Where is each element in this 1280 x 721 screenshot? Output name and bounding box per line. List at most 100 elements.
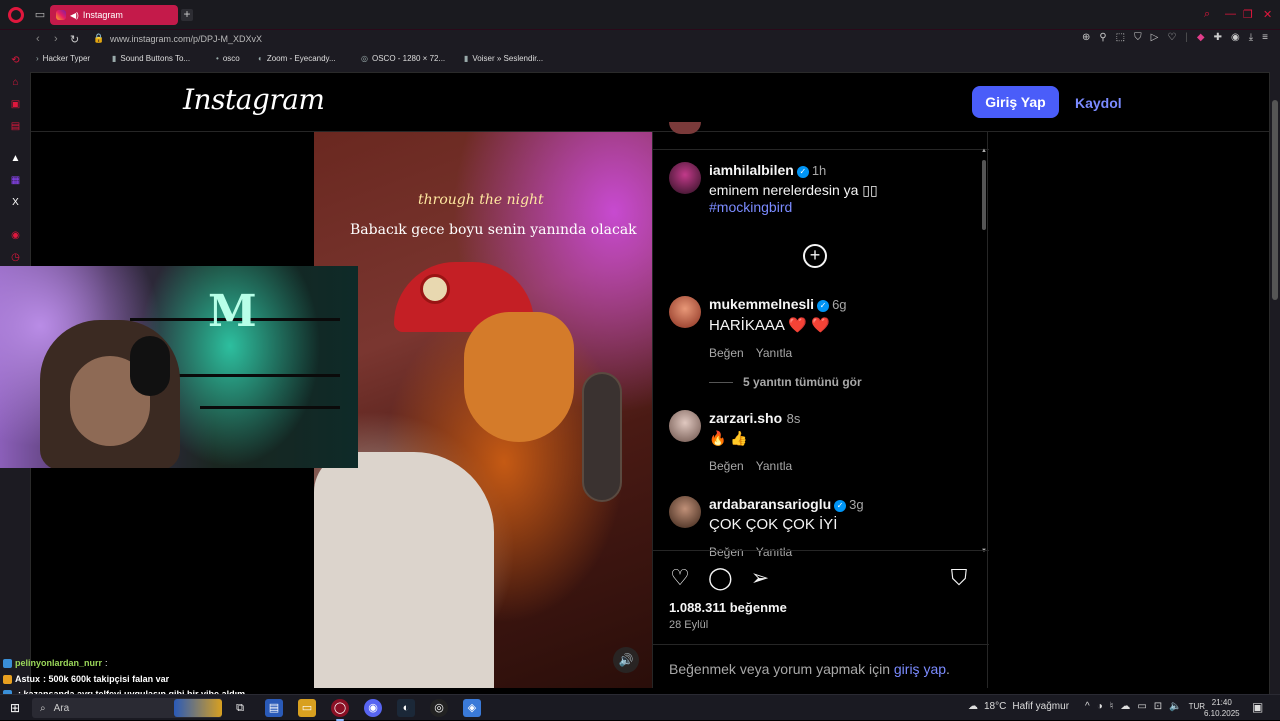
like-icon[interactable]: ♡ <box>668 566 692 590</box>
bookmark-4[interactable]: ◎ OSCO - 1280 × 72... <box>361 54 445 63</box>
play-icon[interactable]: ▷ <box>1151 32 1159 43</box>
instagram-favicon-icon <box>56 10 66 20</box>
zoom-icon[interactable]: ⊕ <box>1082 32 1090 43</box>
page-scrollbar[interactable] <box>1270 72 1280 698</box>
minimize-icon[interactable]: — <box>1225 8 1236 20</box>
volume-icon[interactable]: 🔊 <box>613 647 639 673</box>
hashtag-link[interactable]: #mockingbird <box>709 199 969 215</box>
clock-icon[interactable]: ◷ <box>10 252 21 263</box>
login-button[interactable]: Giriş Yap <box>972 86 1059 118</box>
volume-icon[interactable]: 🔈 <box>1169 701 1181 712</box>
close-icon[interactable]: ✕ <box>1263 8 1272 21</box>
opera-gx-icon[interactable]: ◯ <box>331 699 349 717</box>
tab-menu-icon[interactable]: ▭ <box>34 9 46 21</box>
extension-icon[interactable]: ◆ <box>1197 32 1205 43</box>
reply-button[interactable]: Yanıtla <box>756 346 792 360</box>
bookmark-icon[interactable]: ⛉ <box>947 566 971 590</box>
globe-icon: ◐ <box>258 54 263 63</box>
notification-icon[interactable]: ▣ <box>1252 700 1263 714</box>
cloud-icon[interactable]: ☁ <box>1120 701 1130 712</box>
display-icon[interactable]: ▭ <box>1137 701 1146 712</box>
search-highlight-icon[interactable] <box>174 699 222 717</box>
shopping-icon[interactable]: ⌂ <box>10 77 21 88</box>
comments-list: iamhilalbilen ✓ 1h eminem nerelerdesin ya … <box>653 148 989 559</box>
like-comment-button[interactable]: Beğen <box>709 459 744 473</box>
back-icon[interactable]: ‹ <box>36 33 40 45</box>
windows-taskbar: ⊞ ⌕ Ara ⧉ ▤ ▭ ◯ ◉ ◐ ◎ ◈ ☁ 18°C Hafif yağ… <box>0 694 1280 721</box>
app-icon[interactable]: ▤ <box>265 699 283 717</box>
discord-icon[interactable]: ◉ <box>364 699 382 717</box>
post-actions-bar: ♡ ◯ ➢ ⛉ <box>653 550 989 590</box>
chevron-icon: › <box>36 54 39 63</box>
reel-video[interactable]: through the night Babacık gece boyu seni… <box>314 132 652 688</box>
signup-link[interactable]: Kaydol <box>1075 95 1122 111</box>
comment-icon[interactable]: ◯ <box>708 566 733 590</box>
avatar[interactable] <box>669 296 701 328</box>
weather-widget[interactable]: ☁ 18°C Hafif yağmur <box>968 701 1069 712</box>
monster-logo: M <box>208 286 257 337</box>
comments-scrollbar[interactable]: ▲ ▼ <box>981 148 987 554</box>
steam-icon[interactable]: ◐ <box>397 699 415 717</box>
aria-icon[interactable]: ▲ <box>10 153 21 164</box>
bookmark-2[interactable]: • osco <box>216 54 240 63</box>
snapshot-icon[interactable]: ⬚ <box>1116 32 1125 43</box>
login-link[interactable]: giriş yap <box>894 661 946 677</box>
shield-icon[interactable]: ⛉ <box>1134 32 1142 43</box>
heart-icon[interactable]: ♡ <box>1167 32 1176 43</box>
microphone-icon[interactable]: ♮ <box>1110 701 1114 712</box>
twitch-icon[interactable]: ▦ <box>10 175 21 186</box>
puzzle-icon[interactable]: ✚ <box>1214 32 1222 43</box>
search-tabs-icon[interactable]: ⌕ <box>1204 8 1210 21</box>
reply-button[interactable]: Yanıtla <box>756 459 792 473</box>
x-icon[interactable]: X <box>10 197 21 208</box>
history-icon[interactable]: ⟲ <box>10 55 21 66</box>
messenger-icon[interactable]: ▣ <box>10 99 21 110</box>
share-icon[interactable]: ➢ <box>748 566 772 590</box>
app-icon[interactable]: ◈ <box>463 699 481 717</box>
speaker-icon[interactable]: ◀) <box>70 11 79 20</box>
view-replies-button[interactable]: 5 yanıtın tümünü gör <box>709 375 862 389</box>
url-field[interactable]: www.instagram.com/p/DPJ-M_XDXvX <box>110 34 262 44</box>
windows-start-icon[interactable]: ⊞ <box>10 701 20 715</box>
page-scroll-thumb[interactable] <box>1272 100 1278 300</box>
reload-icon[interactable]: ↻ <box>70 33 79 46</box>
menu-icon[interactable]: ≡ <box>1262 32 1268 43</box>
account-icon[interactable]: ◉ <box>1231 32 1240 43</box>
load-more-comments-icon[interactable]: + <box>803 244 827 268</box>
new-tab-button[interactable]: + <box>181 8 193 21</box>
tab-title: Instagram <box>82 10 123 20</box>
tab-instagram[interactable]: ◀) Instagram <box>50 5 178 25</box>
whatsapp-icon[interactable]: ▤ <box>10 121 21 132</box>
forward-icon[interactable]: › <box>54 33 58 45</box>
task-view-icon[interactable]: ⧉ <box>231 699 249 717</box>
dot-icon: • <box>216 54 219 63</box>
tray-app-icon[interactable]: ◑ <box>1097 701 1103 712</box>
like-comment-button[interactable]: Beğen <box>709 346 744 360</box>
scroll-thumb[interactable] <box>982 160 986 230</box>
bookmark-1[interactable]: ▮ Sound Buttons To... <box>112 54 190 63</box>
download-icon[interactable]: ⤓ <box>1249 32 1253 43</box>
comment-username[interactable]: iamhilalbilen <box>709 162 794 178</box>
network-icon[interactable]: ⊡ <box>1154 701 1162 712</box>
pin-icon[interactable]: ⚲ <box>1099 32 1106 43</box>
scroll-up-icon[interactable]: ▲ <box>981 148 987 154</box>
bookmark-3[interactable]: ◐ Zoom - Eyecandy... <box>258 54 336 63</box>
taskbar-clock[interactable]: 21:40 6.10.2025 <box>1204 697 1240 719</box>
comment-username[interactable]: ardabaransarioglu <box>709 496 831 512</box>
language-indicator[interactable]: TUR <box>1189 702 1205 711</box>
opera-logo-icon[interactable] <box>8 7 24 23</box>
chevron-up-icon[interactable]: ^ <box>1085 701 1090 712</box>
restore-icon[interactable]: ❐ <box>1243 8 1253 21</box>
likes-count[interactable]: 1.088.311 beğenme <box>669 600 787 615</box>
avatar[interactable] <box>669 162 701 194</box>
player-icon[interactable]: ◉ <box>10 230 21 241</box>
instagram-logo[interactable]: Instagram <box>183 83 325 116</box>
comment-username[interactable]: zarzari.sho <box>709 410 782 426</box>
comment-username[interactable]: mukemmelnesli <box>709 296 814 312</box>
bookmark-0[interactable]: › Hacker Typer <box>36 54 90 63</box>
bookmark-5[interactable]: ▮ Voiser » Seslendir... <box>464 54 543 63</box>
avatar[interactable] <box>669 496 701 528</box>
obs-icon[interactable]: ◎ <box>430 699 448 717</box>
avatar[interactable] <box>669 410 701 442</box>
file-explorer-icon[interactable]: ▭ <box>298 699 316 717</box>
